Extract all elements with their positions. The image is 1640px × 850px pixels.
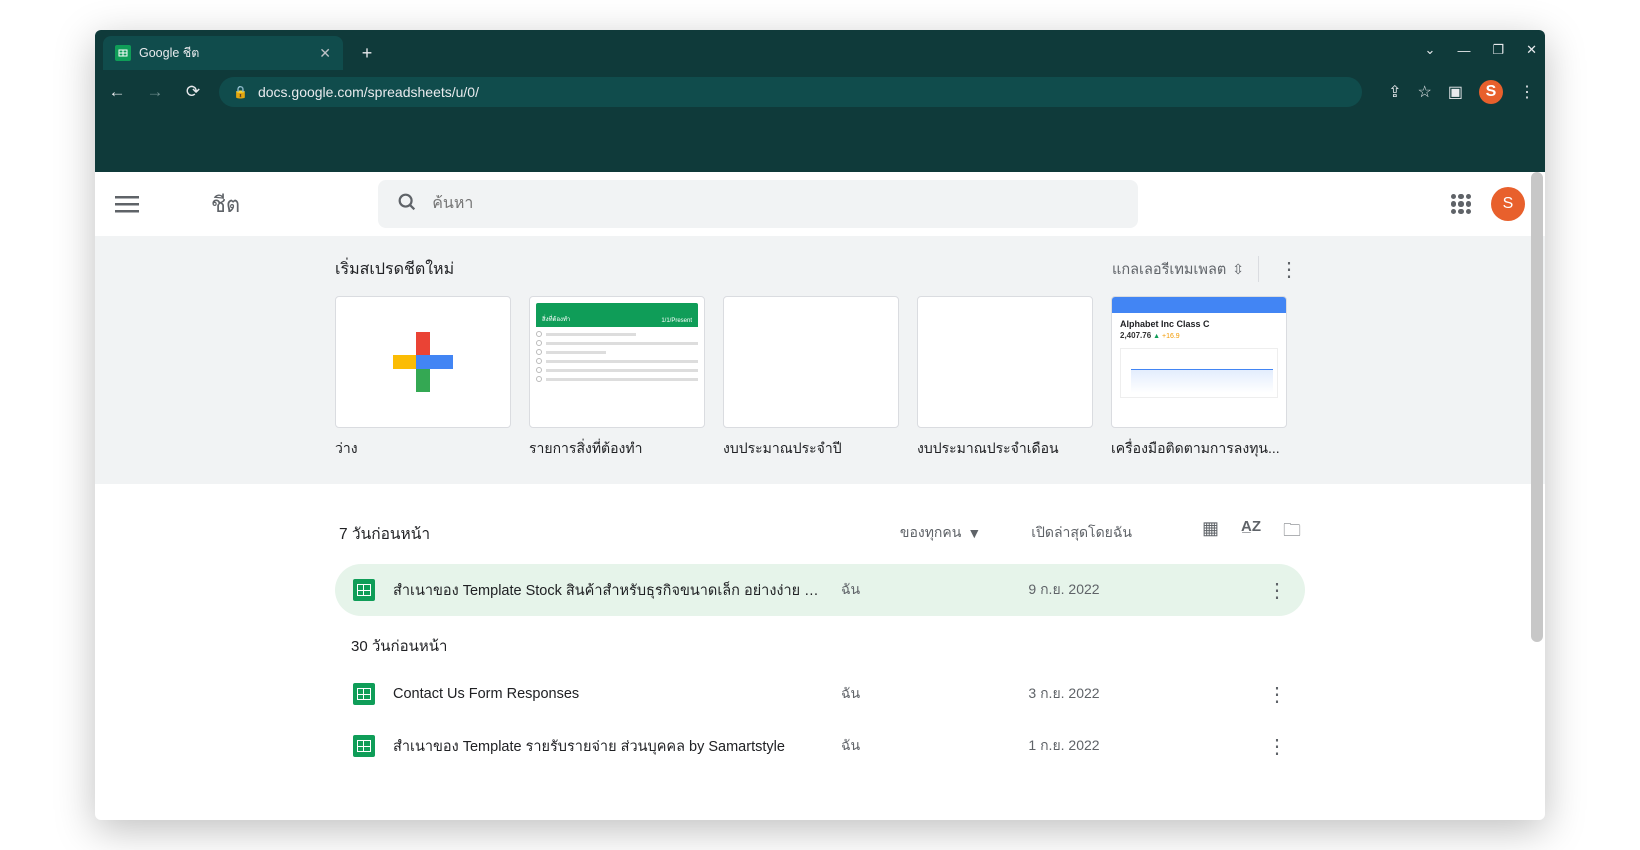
search-box[interactable] <box>378 180 1138 228</box>
account-avatar[interactable]: S <box>1491 187 1525 221</box>
close-window-icon[interactable]: ✕ <box>1526 42 1537 58</box>
browser-menu-icon[interactable]: ⋮ <box>1519 82 1535 102</box>
document-more-icon[interactable]: ⋮ <box>1267 578 1287 603</box>
owner-filter[interactable]: ของทุกคน ▼ <box>900 522 981 544</box>
sheets-file-icon <box>353 579 375 601</box>
maximize-icon[interactable]: ❐ <box>1492 42 1504 58</box>
template-annual-budget[interactable]: งบประมาณประจำปี <box>723 296 899 460</box>
gallery-more-icon[interactable]: ⋮ <box>1273 257 1305 282</box>
document-owner: ฉัน <box>841 579 961 601</box>
document-title: สำเนาของ Template รายรับรายจ่าย ส่วนบุคค… <box>393 735 823 758</box>
gallery-heading: เริ่มสเปรดชีตใหม่ <box>335 257 454 282</box>
sort-icon[interactable]: A̲Z <box>1241 518 1261 548</box>
browser-window: Google ชีต ✕ + ⌄ — ❐ ✕ ← → ⟳ 🔒 docs.goog… <box>95 30 1545 820</box>
template-label: รายการสิ่งที่ต้องทำ <box>529 438 705 460</box>
scrollbar[interactable] <box>1531 172 1543 818</box>
bookmark-icon[interactable]: ☆ <box>1418 82 1432 102</box>
document-owner: ฉัน <box>841 735 961 757</box>
plus-icon <box>393 332 453 392</box>
document-row[interactable]: สำเนาของ Template รายรับรายจ่าย ส่วนบุคค… <box>335 720 1305 772</box>
sheets-file-icon <box>353 735 375 757</box>
app-title: ชีต <box>211 187 240 222</box>
sheets-favicon <box>115 45 131 61</box>
forward-icon[interactable]: → <box>143 82 167 102</box>
lock-icon: 🔒 <box>233 85 248 99</box>
main-menu-icon[interactable] <box>115 192 139 216</box>
folder-picker-icon[interactable]: 🗀 <box>1283 518 1301 548</box>
profile-chip[interactable]: S <box>1479 80 1503 104</box>
template-investment-tracker-thumb[interactable]: Alphabet Inc Class C 2,407.76 ▲ +16.9 <box>1111 296 1287 428</box>
unfold-icon: ⇳ <box>1232 261 1244 278</box>
tab-title: Google ชีต <box>139 43 311 63</box>
google-apps-icon[interactable] <box>1451 194 1471 214</box>
document-row[interactable]: สำเนาของ Template Stock สินค้าสำหรับธุรก… <box>335 564 1305 616</box>
grid-view-icon[interactable]: ▦ <box>1202 518 1219 548</box>
window-controls: ⌄ — ❐ ✕ <box>1425 30 1537 70</box>
template-gallery-link[interactable]: แกลเลอรีเทมเพลต ⇳ <box>1112 258 1244 281</box>
address-bar: ← → ⟳ 🔒 docs.google.com/spreadsheets/u/0… <box>95 70 1545 114</box>
browser-tab[interactable]: Google ชีต ✕ <box>103 36 343 70</box>
template-blank-thumb[interactable] <box>335 296 511 428</box>
document-title: Contact Us Form Responses <box>393 686 823 702</box>
search-icon <box>396 191 418 218</box>
app-header: ชีต S <box>95 172 1545 236</box>
template-label: เครื่องมือติดตามการลงทุน... <box>1111 438 1287 460</box>
back-icon[interactable]: ← <box>105 82 129 102</box>
document-date: 1 ก.ย. 2022 <box>979 735 1149 757</box>
section-label: 30 วันก่อนหน้า <box>335 616 1305 668</box>
document-more-icon[interactable]: ⋮ <box>1267 682 1287 707</box>
section-label: 7 วันก่อนหน้า <box>339 521 430 546</box>
browser-action-icons: ⇪ ☆ ▣ S ⋮ <box>1388 80 1535 104</box>
brand-stripe <box>95 114 1545 172</box>
document-more-icon[interactable]: ⋮ <box>1267 734 1287 759</box>
template-blank[interactable]: ว่าง <box>335 296 511 460</box>
template-label: งบประมาณประจำเดือน <box>917 438 1093 460</box>
url-text: docs.google.com/spreadsheets/u/0/ <box>258 84 479 100</box>
template-annual-budget-thumb[interactable] <box>723 296 899 428</box>
template-label: งบประมาณประจำปี <box>723 438 899 460</box>
reload-icon[interactable]: ⟳ <box>181 82 205 102</box>
minimize-icon[interactable]: — <box>1457 43 1470 58</box>
search-input[interactable] <box>432 195 1120 213</box>
template-todo-thumb[interactable]: สิ่งที่ต้องทำ1/1/Present <box>529 296 705 428</box>
preview-stock-title: Alphabet Inc Class C <box>1120 319 1278 329</box>
document-date: 9 ก.ย. 2022 <box>979 579 1149 601</box>
sheets-logo[interactable] <box>157 182 193 226</box>
document-row[interactable]: Contact Us Form Responses ฉัน 3 ก.ย. 202… <box>335 668 1305 720</box>
template-investment-tracker[interactable]: Alphabet Inc Class C 2,407.76 ▲ +16.9 เค… <box>1111 296 1287 460</box>
owner-filter-label: ของทุกคน <box>900 522 961 544</box>
template-todo[interactable]: สิ่งที่ต้องทำ1/1/Present รายการสิ่งที่ต้… <box>529 296 705 460</box>
template-monthly-budget[interactable]: งบประมาณประจำเดือน <box>917 296 1093 460</box>
preview-stock-price: 2,407.76 <box>1120 331 1151 340</box>
extensions-icon[interactable]: ▣ <box>1448 82 1463 102</box>
new-tab-button[interactable]: + <box>353 39 381 67</box>
tab-search-icon[interactable]: ⌄ <box>1425 42 1436 58</box>
list-controls-row: 7 วันก่อนหน้า ของทุกคน ▼ เปิดล่าสุดโดยฉั… <box>335 508 1305 564</box>
template-monthly-budget-thumb[interactable] <box>917 296 1093 428</box>
browser-titlebar: Google ชีต ✕ + ⌄ — ❐ ✕ <box>95 30 1545 70</box>
scrollbar-thumb[interactable] <box>1531 172 1543 642</box>
chevron-down-icon: ▼ <box>967 525 981 541</box>
document-owner: ฉัน <box>841 683 961 705</box>
share-icon[interactable]: ⇪ <box>1388 82 1401 102</box>
document-list: 7 วันก่อนหน้า ของทุกคน ▼ เปิดล่าสุดโดยฉั… <box>95 484 1545 772</box>
omnibox[interactable]: 🔒 docs.google.com/spreadsheets/u/0/ <box>219 77 1362 107</box>
opened-by-label: เปิดล่าสุดโดยฉัน <box>1031 522 1132 544</box>
template-gallery-link-label: แกลเลอรีเทมเพลต <box>1112 258 1226 281</box>
document-date: 3 ก.ย. 2022 <box>979 683 1149 705</box>
template-label: ว่าง <box>335 438 511 460</box>
divider <box>1258 256 1259 282</box>
close-tab-icon[interactable]: ✕ <box>319 45 331 62</box>
sheets-file-icon <box>353 683 375 705</box>
document-title: สำเนาของ Template Stock สินค้าสำหรับธุรก… <box>393 579 823 602</box>
template-gallery: เริ่มสเปรดชีตใหม่ แกลเลอรีเทมเพลต ⇳ ⋮ <box>95 236 1545 484</box>
